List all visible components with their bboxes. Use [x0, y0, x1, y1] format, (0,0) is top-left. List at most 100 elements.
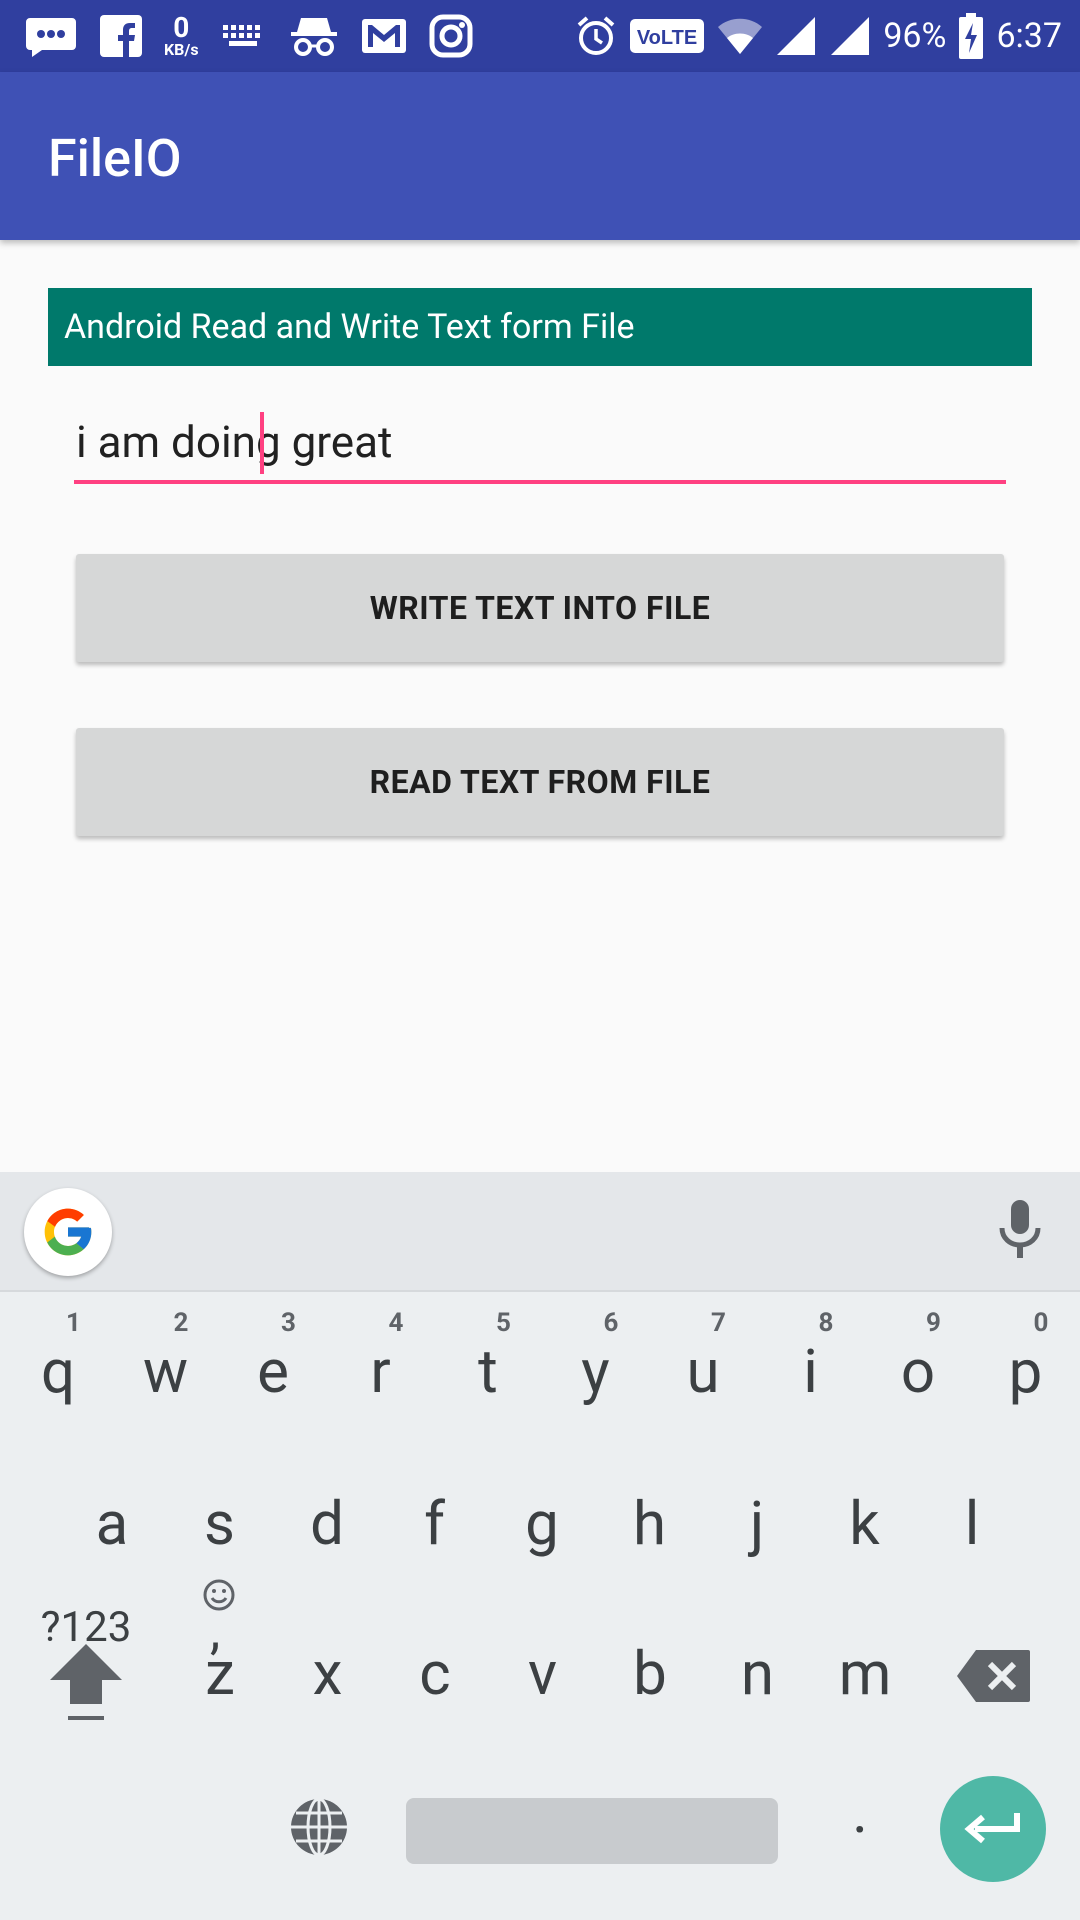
key-label: o [900, 1336, 936, 1407]
clock: 6:37 [996, 16, 1062, 56]
text-input[interactable]: i am doing great [74, 404, 1006, 484]
key-e[interactable]: e3 [219, 1298, 327, 1448]
key-label: u [686, 1336, 720, 1407]
key-label: s [204, 1488, 235, 1559]
facebook-icon [100, 15, 142, 57]
key-label: v [527, 1638, 558, 1709]
key-number-hint: 1 [66, 1308, 81, 1338]
messages-icon [24, 14, 78, 58]
key-i[interactable]: i8 [757, 1298, 865, 1448]
text-input-underline [74, 480, 1006, 484]
header-banner: Android Read and Write Text form File [48, 288, 1032, 366]
battery-charging-icon [958, 13, 984, 59]
gmail-icon [361, 18, 407, 54]
period-key[interactable]: . [820, 1776, 900, 1876]
enter-icon [964, 1813, 1020, 1844]
enter-key[interactable] [940, 1776, 1046, 1882]
key-o[interactable]: o9 [864, 1298, 972, 1448]
key-number-hint: 2 [173, 1308, 189, 1338]
key-k[interactable]: k [811, 1450, 919, 1600]
key-label: a [95, 1488, 129, 1559]
key-x[interactable]: x [274, 1600, 382, 1750]
key-number-hint: 7 [711, 1308, 726, 1338]
google-search-button[interactable] [24, 1188, 112, 1276]
app-bar: FileIO [0, 72, 1080, 240]
key-g[interactable]: g [488, 1450, 596, 1600]
key-label: w [142, 1336, 189, 1407]
text-input-value[interactable]: i am doing great [76, 416, 392, 468]
alarm-icon [575, 15, 617, 57]
key-label: n [740, 1638, 775, 1709]
volte-label: VoLTE [637, 27, 697, 49]
space-bar[interactable] [406, 1798, 778, 1864]
key-label: k [849, 1488, 880, 1559]
key-j[interactable]: j [703, 1450, 811, 1600]
key-label: y [581, 1336, 610, 1407]
write-text-button[interactable]: WRITE TEXT INTO FILE [76, 554, 1004, 662]
battery-percent: 96% [883, 16, 947, 56]
read-text-button[interactable]: READ TEXT FROM FILE [76, 728, 1004, 836]
key-number-hint: 5 [496, 1308, 511, 1338]
incognito-icon [289, 14, 339, 58]
key-label: p [1008, 1336, 1043, 1407]
comma-label: , [210, 1600, 221, 1661]
key-q[interactable]: q1 [4, 1298, 112, 1448]
key-label: t [478, 1336, 498, 1407]
key-number-hint: 6 [603, 1308, 619, 1338]
key-label: j [749, 1488, 765, 1559]
key-l[interactable]: l [918, 1450, 1026, 1600]
key-number-hint: 3 [281, 1308, 296, 1338]
key-p[interactable]: p0 [972, 1298, 1080, 1448]
key-label: m [838, 1638, 892, 1709]
language-key[interactable] [288, 1796, 350, 1862]
instagram-icon [429, 14, 473, 58]
wifi-icon [717, 16, 763, 56]
key-label: e [257, 1336, 289, 1407]
net-speed-unit: KB/s [164, 40, 199, 59]
key-t[interactable]: t5 [434, 1298, 542, 1448]
key-label: f [424, 1488, 445, 1559]
keyboard-icon [221, 21, 267, 51]
net-speed-indicator: 0 KB/s [164, 14, 199, 58]
backspace-key[interactable] [956, 1648, 1032, 1704]
app-title: FileIO [48, 128, 182, 189]
key-f[interactable]: f [381, 1450, 489, 1600]
key-label: q [40, 1336, 76, 1407]
signal-icon [829, 15, 871, 57]
keyboard-suggestion-bar [0, 1172, 1080, 1292]
key-label: g [525, 1488, 559, 1559]
key-m[interactable]: m [811, 1600, 919, 1750]
key-b[interactable]: b [596, 1600, 704, 1750]
globe-icon [291, 1797, 347, 1857]
key-number-hint: 0 [1033, 1308, 1049, 1338]
key-v[interactable]: v [489, 1600, 597, 1750]
key-n[interactable]: n [704, 1600, 812, 1750]
key-label: r [370, 1336, 391, 1407]
key-h[interactable]: h [596, 1450, 704, 1600]
key-number-hint: 9 [926, 1308, 941, 1338]
key-w[interactable]: w2 [112, 1298, 220, 1448]
microphone-icon[interactable] [992, 1198, 1048, 1262]
key-number-hint: 4 [388, 1308, 404, 1338]
key-label: h [632, 1488, 667, 1559]
net-speed-value: 0 [173, 11, 190, 44]
backspace-icon [957, 1650, 1030, 1702]
text-cursor [260, 412, 264, 474]
key-number-hint: 8 [818, 1308, 834, 1338]
signal-icon [775, 15, 817, 57]
key-c[interactable]: c [381, 1600, 489, 1750]
symbols-key[interactable]: ?123 [26, 1572, 146, 1682]
key-label: d [310, 1488, 344, 1559]
volte-badge: VoLTE [629, 18, 705, 54]
key-label: i [803, 1336, 818, 1407]
key-y[interactable]: y6 [542, 1298, 650, 1448]
key-r[interactable]: r4 [327, 1298, 435, 1448]
comma-emoji-key[interactable]: , [178, 1568, 258, 1678]
google-g-icon [44, 1208, 92, 1256]
key-u[interactable]: u7 [649, 1298, 757, 1448]
key-label: c [419, 1638, 451, 1709]
key-d[interactable]: d [273, 1450, 381, 1600]
key-label: l [964, 1488, 980, 1559]
key-label: b [633, 1638, 667, 1709]
status-bar: 0 KB/s VoLTE 96% 6:37 [0, 0, 1080, 72]
